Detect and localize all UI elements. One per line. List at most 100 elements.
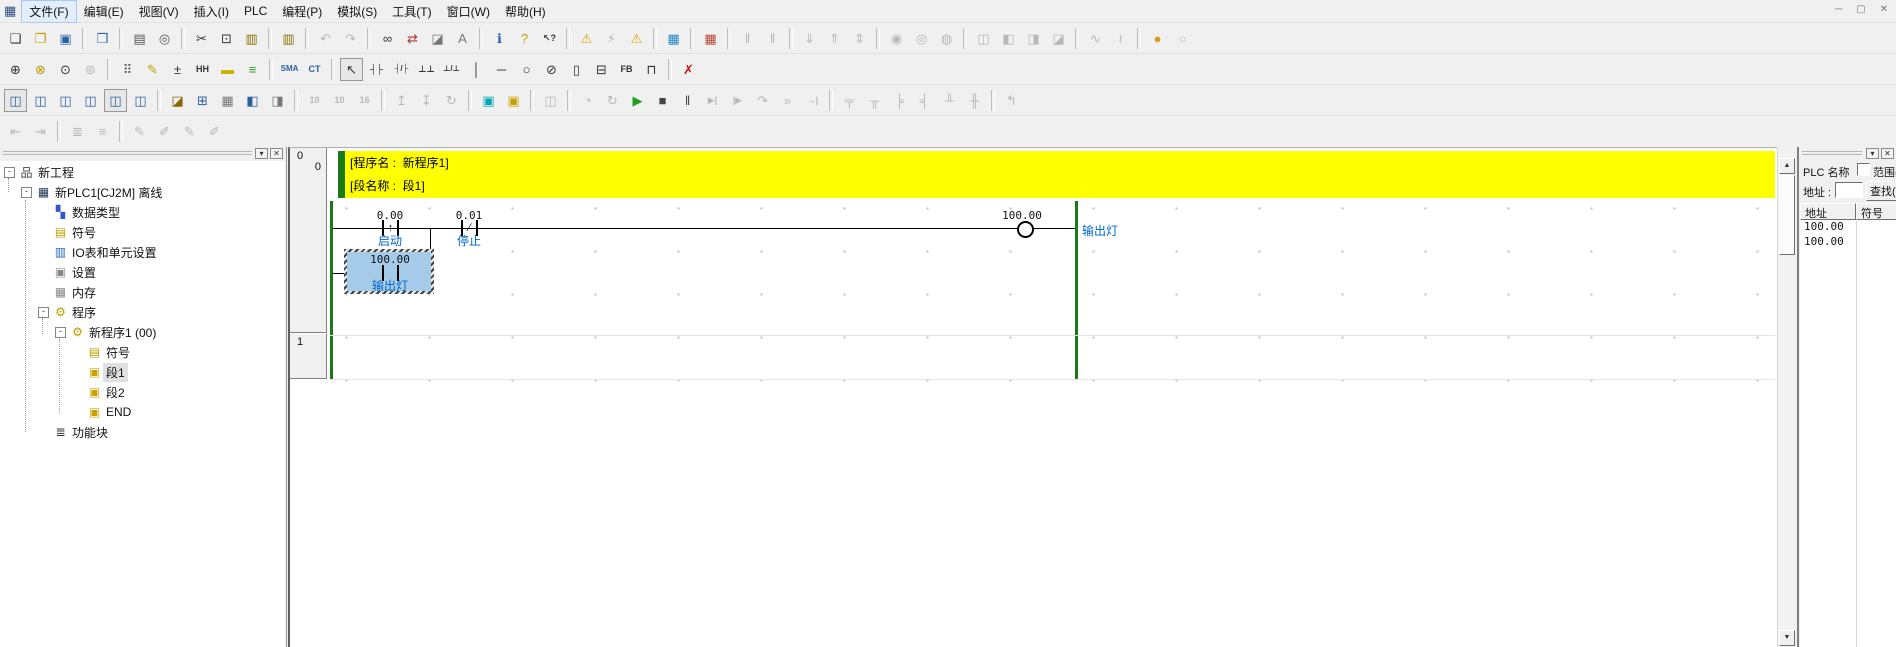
new-coil-button[interactable]: ○: [515, 58, 538, 81]
show-rung-comments-button[interactable]: ✎: [141, 58, 164, 81]
new-instruction-button[interactable]: ▯: [565, 58, 588, 81]
rung-margin-1[interactable]: 1: [290, 334, 327, 379]
find-string-button[interactable]: A: [451, 27, 474, 50]
new-horizontal-button[interactable]: ─: [490, 58, 513, 81]
column-header-symbol[interactable]: 符号: [1856, 203, 1896, 220]
panel-grip[interactable]: [3, 151, 252, 152]
panel-dropdown-icon[interactable]: ▾: [255, 148, 268, 159]
info-button[interactable]: ℹ: [488, 27, 511, 50]
new-fb-invocation-button[interactable]: FB: [615, 58, 638, 81]
show-comments-button[interactable]: ±: [166, 58, 189, 81]
menu-program[interactable]: 编程(P): [275, 1, 329, 22]
maximize-button[interactable]: ▢: [1856, 4, 1865, 15]
show-contact-address-button[interactable]: HH: [191, 58, 214, 81]
new-or-contact-button[interactable]: ⊥⊥: [415, 58, 438, 81]
tree-item-plc[interactable]: -▦新PLC1[CJ2M] 离线: [0, 182, 285, 202]
paste-rung-button[interactable]: ▥: [277, 27, 300, 50]
new-closed-contact-button[interactable]: ┤/├: [390, 58, 413, 81]
tree-item-section1[interactable]: ▣段1: [0, 362, 285, 382]
zoom-in-button[interactable]: ⊕: [4, 58, 27, 81]
new-button[interactable]: ❏: [4, 27, 27, 50]
show-monitor-box-button[interactable]: ▬: [216, 58, 239, 81]
save-button[interactable]: ▣: [54, 27, 77, 50]
show-counters-button[interactable]: CT: [303, 58, 326, 81]
tree-item-end[interactable]: ▣END: [0, 402, 285, 422]
panel-dropdown-icon[interactable]: ▾: [1866, 148, 1879, 159]
new-contact-button[interactable]: ┤├: [365, 58, 388, 81]
output-window-button[interactable]: ◫: [29, 89, 52, 112]
menu-file[interactable]: 文件(F): [22, 1, 75, 22]
select-mode-button[interactable]: ↖: [340, 58, 363, 81]
address-input[interactable]: [1835, 182, 1863, 198]
plc-expander[interactable]: -: [21, 187, 32, 198]
time-chart-button[interactable]: ⊞: [191, 89, 214, 112]
menu-view[interactable]: 视图(V): [132, 1, 186, 22]
new-inverted-instruction-button[interactable]: ⊟: [590, 58, 613, 81]
watch-window-button[interactable]: ◫: [54, 89, 77, 112]
address-reference-window-button[interactable]: ◫: [104, 89, 127, 112]
tree-item-settings[interactable]: ▣设置: [0, 262, 285, 282]
open-button[interactable]: ❐: [29, 27, 52, 50]
compile-program-button[interactable]: ⚠: [575, 27, 598, 50]
program1-expander[interactable]: -: [55, 327, 66, 338]
close-button[interactable]: ✕: [1880, 4, 1888, 15]
show-grid-button[interactable]: ⠿: [116, 58, 139, 81]
show-symbol-bar-button[interactable]: ≡: [241, 58, 264, 81]
work-online-simulator-button[interactable]: ▦: [699, 27, 722, 50]
tree-item-memory[interactable]: ▦内存: [0, 282, 285, 302]
scroll-down-icon[interactable]: ▼: [1779, 630, 1795, 646]
address-ref-row[interactable]: 100.00: [1800, 220, 1896, 235]
data-trace-button[interactable]: ◪: [166, 89, 189, 112]
sim-stop-button[interactable]: ■: [651, 89, 674, 112]
memory-window-button[interactable]: ◧: [241, 89, 264, 112]
io-comment-window-button[interactable]: ◫: [129, 89, 152, 112]
simulator-online-button[interactable]: ▣: [477, 89, 500, 112]
clock-window-button[interactable]: ◨: [266, 89, 289, 112]
help-button[interactable]: ?: [513, 27, 536, 50]
set-password-button[interactable]: ●: [1146, 27, 1169, 50]
paste-button[interactable]: ▥: [240, 27, 263, 50]
menu-edit[interactable]: 编辑(E): [77, 1, 131, 22]
copy-button[interactable]: ⊡: [215, 27, 238, 50]
cut-button[interactable]: ✂: [190, 27, 213, 50]
new-fb-parameter-button[interactable]: ⊓: [640, 58, 663, 81]
delete-vertical-button[interactable]: ✗: [677, 58, 700, 81]
menu-window[interactable]: 窗口(W): [440, 1, 497, 22]
programs-expander[interactable]: -: [38, 307, 49, 318]
menu-insert[interactable]: 插入(I): [187, 1, 236, 22]
sim-run-button[interactable]: ▶: [626, 89, 649, 112]
tree-item-program1[interactable]: -⚙新程序1 (00): [0, 322, 285, 342]
zoom-custom-button[interactable]: ⊗: [29, 58, 52, 81]
scrollbar-thumb[interactable]: [1779, 175, 1795, 255]
column-header-address[interactable]: 地址: [1800, 203, 1856, 220]
find-address-button[interactable]: ◪: [426, 27, 449, 50]
address-ref-row[interactable]: 100.00: [1800, 235, 1896, 250]
project-expander[interactable]: -: [4, 167, 15, 178]
find-replace-button[interactable]: ⇄: [401, 27, 424, 50]
tree-item-io-table[interactable]: ▥IO表和单元设置: [0, 242, 285, 262]
tree-item-section2[interactable]: ▣段2: [0, 382, 285, 402]
panel-close-icon[interactable]: ✕: [1881, 148, 1894, 159]
cross-reference-window-button[interactable]: ◫: [79, 89, 102, 112]
tree-item-symbols[interactable]: ▤符号: [0, 222, 285, 242]
simulator-settings-button[interactable]: ▣: [502, 89, 525, 112]
output-coil[interactable]: [1017, 221, 1034, 238]
compile-to-plc-button[interactable]: ❒: [91, 27, 114, 50]
print-button[interactable]: ▤: [128, 27, 151, 50]
sim-pause-button[interactable]: ‖: [676, 89, 699, 112]
tree-item-project[interactable]: -品新工程: [0, 162, 285, 182]
rung-margin-0[interactable]: 0 0: [290, 148, 327, 333]
new-vertical-button[interactable]: │: [465, 58, 488, 81]
ladder-vertical-scrollbar[interactable]: ▲ ▼: [1777, 147, 1795, 647]
find-button[interactable]: 查找(F): [1866, 181, 1896, 201]
find-compile-report-button[interactable]: ⚠: [625, 27, 648, 50]
find-button[interactable]: ∞: [376, 27, 399, 50]
tree-item-program1-symbols[interactable]: ▤符号: [0, 342, 285, 362]
work-online-button[interactable]: ▦: [662, 27, 685, 50]
new-closed-coil-button[interactable]: ⊘: [540, 58, 563, 81]
mnemonic-view-button[interactable]: SMA: [278, 58, 301, 81]
menu-help[interactable]: 帮助(H): [498, 1, 553, 22]
zoom-out-button[interactable]: ⊙: [54, 58, 77, 81]
print-preview-button[interactable]: ◎: [153, 27, 176, 50]
minimize-button[interactable]: ─: [1835, 4, 1842, 15]
